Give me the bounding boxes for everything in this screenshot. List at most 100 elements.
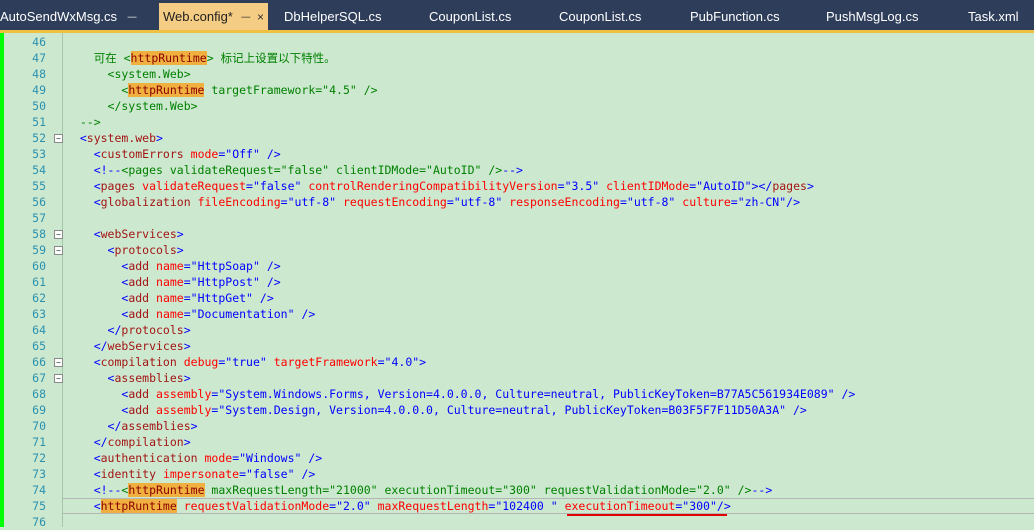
code-text: <add name="HttpGet" />	[66, 290, 273, 306]
tab-pushmsglog[interactable]: PushMsgLog.cs	[826, 3, 919, 30]
code-token: >	[183, 435, 191, 449]
code-line[interactable]: 48 <system.Web>	[0, 66, 1034, 82]
code-line[interactable]: 59− <protocols>	[0, 242, 1034, 258]
code-token: add	[128, 387, 150, 401]
code-line[interactable]: 50 </system.Web>	[0, 98, 1034, 114]
code-line[interactable]: 64 </protocols>	[0, 322, 1034, 338]
line-number: 50	[32, 99, 46, 113]
collapse-toggle-icon[interactable]: −	[54, 230, 63, 239]
close-icon[interactable]: ×	[257, 10, 264, 24]
line-number: 73	[32, 467, 46, 481]
tab-couponlist-2[interactable]: CouponList.cs	[559, 3, 641, 30]
code-line[interactable]: 73 <identity impersonate="false" />	[0, 466, 1034, 482]
code-token: <	[66, 243, 115, 257]
code-line[interactable]: 66− <compilation debug = "true" targetFram…	[0, 354, 1034, 370]
code-token: />	[786, 195, 801, 209]
code-token: </	[66, 339, 108, 353]
code-line[interactable]: 52− <system.web>	[0, 130, 1034, 146]
code-line[interactable]: 70 </assemblies>	[0, 418, 1034, 434]
code-token: "2.0"	[336, 499, 371, 513]
code-line[interactable]: 65 </webServices>	[0, 338, 1034, 354]
code-line[interactable]: 54 <!--<pages validateRequest="false" cl…	[0, 162, 1034, 178]
line-number: 58	[32, 227, 46, 241]
code-line[interactable]: 47 可在 <httpRuntime> 标记上设置以下特性。	[0, 50, 1034, 66]
code-token: name	[149, 275, 184, 289]
code-token: />	[716, 499, 731, 513]
code-token: add	[128, 259, 150, 273]
code-token: "3.5"	[564, 179, 600, 193]
tab-task-xml[interactable]: Task.xml	[968, 3, 1019, 30]
code-token: "300"	[682, 499, 717, 513]
code-token: webServices	[100, 227, 177, 241]
line-number: 47	[32, 51, 46, 65]
code-token: identity	[100, 467, 157, 481]
code-editor[interactable]: 46 47 可在 <httpRuntime> 标记上设置以下特性。 48 <syst…	[0, 33, 1034, 530]
search-highlight: httpRuntime	[130, 51, 207, 65]
code-token: =	[446, 195, 454, 209]
code-token: <	[66, 403, 129, 417]
tab-label: CouponList.cs	[559, 9, 642, 24]
code-line[interactable]: 49 <httpRuntime targetFramework="4.5" />	[0, 82, 1034, 98]
code-token: <	[66, 371, 115, 385]
code-line[interactable]: 58− <webServices>	[0, 226, 1034, 242]
collapse-toggle-icon[interactable]: −	[54, 374, 63, 383]
tab-label: Task.xml	[968, 9, 1019, 24]
line-number: 46	[32, 35, 46, 49]
code-token: "HttpGet"	[190, 291, 253, 305]
tab-pubfunction[interactable]: PubFunction.cs	[690, 3, 780, 30]
code-token: "HttpSoap"	[190, 259, 260, 273]
code-line[interactable]: 60 <add name="HttpSoap" />	[0, 258, 1034, 274]
code-line[interactable]: 74 <!--<httpRuntime maxRequestLength="21…	[0, 482, 1034, 498]
code-token: />	[259, 259, 281, 273]
code-line[interactable]: 71 </compilation>	[0, 434, 1034, 450]
pin-icon[interactable]: ᅳ	[127, 12, 137, 24]
code-token: =	[183, 259, 191, 273]
tab-couponlist-1[interactable]: CouponList.cs	[429, 3, 511, 30]
code-line[interactable]: 46	[0, 34, 1034, 50]
code-token: =	[377, 355, 385, 369]
code-token: "utf-8"	[287, 195, 337, 209]
code-line[interactable]: 53 <customErrors mode="Off" />	[0, 146, 1034, 162]
code-token: "utf-8"	[626, 195, 676, 209]
tab-autosendwxmsg[interactable]: AutoSendWxMsg.cs ᅳ	[0, 3, 137, 30]
line-number: 67	[32, 371, 46, 385]
code-token: <	[66, 179, 101, 193]
code-line[interactable]: 57	[0, 210, 1034, 226]
code-line[interactable]: 75 <httpRuntime requestValidationMode="2…	[0, 498, 1034, 514]
code-line[interactable]: 55 <pages validateRequest="false" contro…	[0, 178, 1034, 194]
tab-web-config[interactable]: Web.config* ᅳ ×	[159, 3, 268, 30]
code-line[interactable]: 61 <add name="HttpPost" />	[0, 274, 1034, 290]
code-text: <pages validateRequest="false" controlRe…	[66, 178, 814, 194]
code-token: "false"	[246, 467, 295, 481]
code-token: =	[183, 291, 191, 305]
code-token: <	[66, 275, 129, 289]
collapse-toggle-icon[interactable]: −	[54, 358, 63, 367]
code-line[interactable]: 56 <globalization fileEncoding="utf-8" r…	[0, 194, 1034, 210]
code-line[interactable]: 72 <authentication mode="Windows" />	[0, 450, 1034, 466]
collapse-toggle-icon[interactable]: −	[54, 134, 63, 143]
code-token: assembly	[149, 387, 212, 401]
code-line[interactable]: 69 <add assembly="System.Design, Version…	[0, 402, 1034, 418]
line-number: 60	[32, 259, 46, 273]
code-token: -->	[502, 163, 523, 177]
code-token: requestEncoding	[336, 195, 447, 209]
code-line[interactable]: 67− <assemblies>	[0, 370, 1034, 386]
code-line[interactable]: 62 <add name="HttpGet" />	[0, 290, 1034, 306]
code-token: <!--	[66, 163, 122, 177]
code-text: <add name="Documentation" />	[66, 306, 315, 322]
code-line[interactable]: 68 <add assembly="System.Windows.Forms, …	[0, 386, 1034, 402]
tab-dbhelpersql[interactable]: DbHelperSQL.cs	[284, 3, 382, 30]
collapse-toggle-icon[interactable]: −	[54, 246, 63, 255]
code-line[interactable]: 76	[0, 514, 1034, 530]
code-token: system.web	[86, 131, 157, 145]
code-line[interactable]: 63 <add name="Documentation" />	[0, 306, 1034, 322]
tab-label: PushMsgLog.cs	[826, 9, 919, 24]
code-line[interactable]: 51 -->	[0, 114, 1034, 130]
code-token: >	[806, 179, 814, 193]
search-highlight: httpRuntime	[128, 483, 205, 497]
pin-icon[interactable]: ᅳ	[241, 12, 251, 24]
code-text: <protocols>	[66, 242, 184, 258]
code-text: <add name="HttpPost" />	[66, 274, 280, 290]
code-token: "HttpPost"	[190, 275, 260, 289]
code-token: responseEncoding	[502, 195, 620, 209]
